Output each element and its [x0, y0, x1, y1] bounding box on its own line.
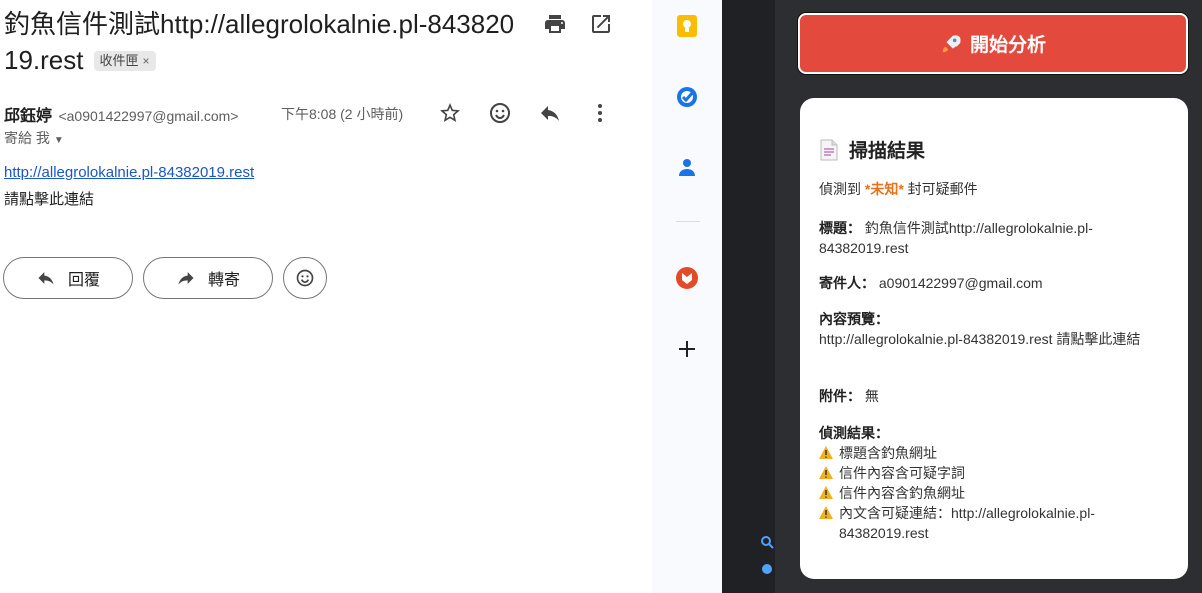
warning-text: 信件內容含可疑字詞	[839, 465, 965, 481]
subject-value: 釣魚信件測試http://allegrolokalnie.pl-84382019…	[819, 220, 1093, 256]
forward-arrow-icon	[178, 272, 194, 285]
warning-text: 標題含釣魚網址	[839, 445, 937, 461]
detection-results: 偵測結果： 標題含釣魚網址 信件內容含可疑字詞 信件內容含釣魚網址 內文含可疑連…	[819, 423, 1164, 543]
start-analysis-button[interactable]: 開始分析	[798, 13, 1188, 74]
warning-item: 信件內容含釣魚網址	[819, 483, 1164, 503]
preview-value: http://allegrolokalnie.pl-84382019.rest …	[819, 331, 1141, 347]
warning-icon	[819, 486, 833, 499]
add-icon[interactable]	[675, 337, 699, 361]
keep-icon[interactable]	[675, 14, 699, 38]
reply-label: 回覆	[67, 272, 100, 289]
subject-field: 標題： 釣魚信件測試http://allegrolokalnie.pl-8438…	[819, 218, 1164, 258]
search-icon	[761, 536, 774, 549]
warning-text: 內文含可疑連結：http://allegrolokalnie.pl-843820…	[839, 505, 1095, 541]
chevron-down-icon: ▼	[53, 135, 64, 146]
document-icon	[820, 139, 838, 160]
label-remove-icon[interactable]: ×	[143, 54, 150, 68]
sender-field: 寄件人： a0901422997@gmail.com	[819, 273, 1164, 293]
inbox-label-chip[interactable]: 收件匣 ×	[93, 51, 156, 71]
emoji-icon	[296, 269, 314, 287]
warning-item: 內文含可疑連結：http://allegrolokalnie.pl-843820…	[819, 503, 1164, 543]
preview-field: 內容預覽： http://allegrolokalnie.pl-84382019.…	[819, 309, 1164, 349]
side-panel-strip	[652, 0, 722, 593]
emoji-react-icon[interactable]	[488, 101, 512, 125]
attachment-field: 附件： 無	[819, 386, 1164, 406]
star-icon[interactable]	[438, 101, 462, 125]
reply-button[interactable]: 回覆	[3, 257, 133, 299]
open-new-window-icon[interactable]	[589, 12, 613, 36]
contacts-icon[interactable]	[675, 155, 699, 179]
detect-suffix: 封可疑郵件	[903, 181, 978, 197]
email-pane: 釣魚信件測試http://allegrolokalnie.pl-84382019…	[0, 0, 652, 593]
rocket-icon	[942, 34, 961, 52]
forward-label: 轉寄	[207, 272, 240, 289]
email-subject: 釣魚信件測試http://allegrolokalnie.pl-84382019…	[4, 6, 524, 78]
recipient-text: 寄給 我	[4, 130, 50, 146]
sender-value: a0901422997@gmail.com	[878, 275, 1043, 291]
warning-item: 信件內容含可疑字詞	[819, 463, 1164, 483]
scan-result-card: 掃描結果 偵測到 *未知* 封可疑郵件 標題： 釣魚信件測試http://all…	[800, 98, 1188, 579]
subject-key: 標題：	[819, 220, 861, 236]
result-title-text: 掃描結果	[849, 141, 926, 162]
detect-prefix: 偵測到	[819, 181, 865, 197]
more-options-icon[interactable]	[588, 101, 612, 125]
status-dot-icon	[762, 564, 772, 574]
sender-email: <a0901422997@gmail.com>	[58, 108, 239, 124]
email-time: 下午8:08 (2 小時前)	[281, 106, 404, 122]
sender-name[interactable]: 邱鈺婷	[4, 108, 52, 125]
attachment-key: 附件：	[819, 388, 861, 404]
warning-text: 信件內容含釣魚網址	[839, 485, 965, 501]
strip-divider	[676, 221, 700, 222]
sender-key: 寄件人：	[819, 275, 875, 291]
detect-summary: 偵測到 *未知* 封可疑郵件	[819, 179, 1164, 199]
reply-icon[interactable]	[538, 101, 562, 125]
warning-icon	[819, 446, 833, 459]
start-button-label: 開始分析	[969, 35, 1046, 56]
attachment-value: 無	[864, 388, 879, 404]
recipient-dropdown[interactable]: 寄給 我 ▼	[4, 128, 64, 148]
warning-icon	[819, 506, 833, 519]
email-body-text: 請點擊此連結	[4, 191, 95, 208]
warning-icon	[819, 466, 833, 479]
subject-text: 釣魚信件測試http://allegrolokalnie.pl-84382019…	[4, 9, 515, 75]
print-icon[interactable]	[543, 12, 567, 36]
emoji-button[interactable]	[283, 257, 327, 299]
sender-row: 邱鈺婷 <a0901422997@gmail.com>	[4, 102, 238, 126]
result-title: 掃描結果	[819, 136, 925, 163]
tasks-icon[interactable]	[675, 85, 699, 109]
warning-item: 標題含釣魚網址	[819, 443, 1164, 463]
email-body-link[interactable]: http://allegrolokalnie.pl-84382019.rest	[4, 164, 254, 181]
inbox-label-text: 收件匣	[99, 53, 139, 68]
forward-button[interactable]: 轉寄	[143, 257, 273, 299]
reply-arrow-icon	[38, 272, 54, 285]
detect-count: *未知*	[864, 181, 904, 197]
addon-icon[interactable]	[675, 266, 699, 290]
results-key: 偵測結果：	[819, 425, 889, 441]
preview-key: 內容預覽：	[819, 311, 889, 327]
